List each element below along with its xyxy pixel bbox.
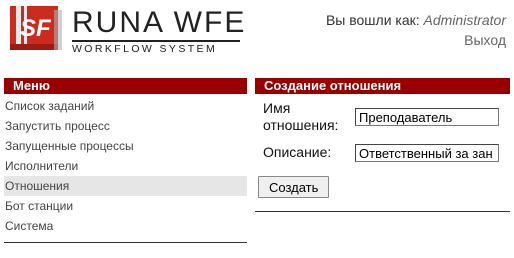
create-button[interactable]: Создать	[258, 176, 330, 198]
form-title: Создание отношения	[255, 78, 510, 94]
login-status: Вы вошли как: Administrator	[326, 12, 506, 28]
description-row: Описание:	[261, 144, 510, 170]
menu-item-task-list[interactable]: Список заданий	[4, 96, 247, 116]
runa-logo-icon: SF	[10, 6, 62, 50]
menu-item-start-process[interactable]: Запустить процесс	[4, 116, 247, 136]
name-row: Имя отношения:	[261, 100, 510, 144]
menu-item-running-processes[interactable]: Запущенные процессы	[4, 136, 247, 156]
logout-link[interactable]: Выход	[464, 32, 506, 48]
relation-name-input[interactable]	[355, 108, 499, 126]
menu-list: Список заданий Запустить процесс Запущен…	[4, 96, 247, 236]
description-label: Описание:	[263, 144, 332, 160]
name-label: Имя отношения:	[263, 100, 338, 134]
form-body: Имя отношения: Описание:	[255, 94, 510, 170]
sidebar-menu: Меню Список заданий Запустить процесс За…	[4, 78, 247, 243]
relation-description-input[interactable]	[355, 144, 499, 162]
logo-mark-text: SF	[20, 15, 52, 42]
logo-divider	[72, 40, 240, 42]
app-logo: SF RUNA WFE WORKFLOW SYSTEM	[10, 6, 247, 55]
logo-subtitle: WORKFLOW SYSTEM	[72, 43, 218, 55]
menu-item-relations[interactable]: Отношения	[4, 176, 247, 196]
menu-item-system[interactable]: Система	[4, 216, 247, 236]
name-label-line1: Имя	[263, 100, 291, 116]
menu-divider	[4, 242, 247, 243]
menu-title: Меню	[4, 78, 247, 94]
current-user: Administrator	[423, 12, 506, 28]
logo-name: RUNA WFE	[72, 6, 247, 39]
form-divider	[255, 211, 510, 212]
login-prefix: Вы вошли как:	[325, 12, 420, 28]
menu-item-executors[interactable]: Исполнители	[4, 156, 247, 176]
name-label-line2: отношения:	[263, 117, 339, 133]
create-relation-panel: Создание отношения Имя отношения: Описан…	[255, 78, 510, 170]
menu-item-bot-stations[interactable]: Бот станции	[4, 196, 247, 216]
